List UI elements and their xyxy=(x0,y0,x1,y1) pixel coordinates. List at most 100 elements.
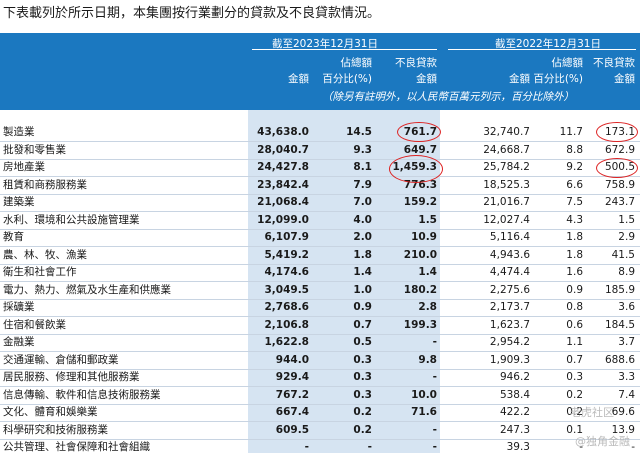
row-cell-a2: 18,525.3 xyxy=(483,178,530,191)
row-cell-n2: 672.9 xyxy=(604,143,635,156)
row-cell-p2: 0.8 xyxy=(566,301,583,313)
row-cell-a2: 2,173.7 xyxy=(489,301,530,313)
col-amount-2023-header: 金額 xyxy=(288,73,309,85)
row-cell-a2: 21,016.7 xyxy=(483,196,530,208)
row-cell-n1: - xyxy=(432,423,437,436)
table-row: 金融業 1,622.8 0.5 - 2,954.2 1.1 3.7 xyxy=(0,334,640,352)
row-cell-n2: 2.9 xyxy=(618,231,635,243)
table-row: 製造業 43,638.0 14.5 761.7 32,740.7 11.7 173.1 xyxy=(0,124,640,142)
row-cell-a1: 667.4 xyxy=(275,406,309,418)
row-industry-name: 批發和零售業 xyxy=(3,143,66,156)
row-cell-a2: 2,954.2 xyxy=(489,336,530,348)
row-cell-a1: 12,099.0 xyxy=(257,213,309,226)
table-row: 教育 6,107.9 2.0 10.9 5,116.4 1.8 2.9 xyxy=(0,229,640,247)
table-row: 衛生和社會工作 4,174.6 1.4 1.4 4,474.4 1.6 8.9 xyxy=(0,264,640,282)
row-cell-p2: 0.3 xyxy=(566,371,583,383)
row-industry-name: 文化、體育和娛樂業 xyxy=(3,406,98,418)
table-row: 水利、環境和公共設施管理業 12,099.0 4.0 1.5 12,027.4 4.3 1.… xyxy=(0,212,640,230)
row-cell-n1: - xyxy=(432,336,437,348)
row-cell-n2: 185.9 xyxy=(604,283,635,296)
row-cell-p2: 11.7 xyxy=(559,126,583,138)
period-2022-rule xyxy=(448,49,636,50)
col-share-2022-header-top: 佔總額 xyxy=(551,57,584,69)
row-cell-a1: 767.2 xyxy=(275,388,309,401)
table-row: 信息傳輸、軟件和信息技術服務業 767.2 0.3 10.0 538.4 0.2 7.4 xyxy=(0,387,640,405)
row-cell-p2: 1.8 xyxy=(566,248,583,261)
row-industry-name: 科學研究和技術服務業 xyxy=(3,423,108,436)
row-cell-n1: 2.8 xyxy=(418,301,437,313)
table-row: 住宿和餐飲業 2,106.8 0.7 199.3 1,623.7 0.6 184.5 xyxy=(0,317,640,335)
row-cell-a2: 25,784.2 xyxy=(483,161,530,173)
table-row: 租賃和商務服務業 23,842.4 7.9 776.3 18,525.3 6.6 758.9 xyxy=(0,177,640,195)
row-cell-a1: 929.4 xyxy=(275,371,309,383)
row-cell-n2: 69.6 xyxy=(611,406,635,418)
row-industry-name: 公共管理、社會保障和社會組織 xyxy=(3,441,150,453)
table-row: 電力、熱力、燃氣及水生產和供應業 3,049.5 1.0 180.2 2,275.6 0.… xyxy=(0,282,640,300)
row-cell-p2: 0.7 xyxy=(566,353,583,366)
row-cell-n2: 3.7 xyxy=(618,336,635,348)
row-cell-n1: - xyxy=(432,371,437,383)
row-cell-n1: 649.7 xyxy=(403,143,437,156)
row-cell-p2: 8.8 xyxy=(566,143,583,156)
row-cell-a1: 43,638.0 xyxy=(257,126,309,138)
table-row: 公共管理、社會保障和社會組織 - - -39.3- - xyxy=(0,439,640,457)
row-cell-n2: 500.5 xyxy=(604,161,635,173)
table-row: 批發和零售業 28,040.7 9.3 649.7 24,668.7 8.8 672.9 xyxy=(0,142,640,160)
intro-text: 下表載列於所示日期，本集團按行業劃分的貸款及不良貸款情況。 xyxy=(3,6,381,21)
row-cell-a2: 12,027.4 xyxy=(483,213,530,226)
row-cell-a1: 21,068.4 xyxy=(257,196,309,208)
row-cell-a1: 23,842.4 xyxy=(257,178,309,191)
row-cell-n1: 776.3 xyxy=(403,178,437,191)
row-cell-p2: 7.5 xyxy=(566,196,583,208)
table-row: 文化、體育和娛樂業 667.4 0.2 71.6 422.2 0.2 69.6 xyxy=(0,404,640,422)
col-share-2023-header-top: 佔總額 xyxy=(340,57,373,69)
col-npl-2022-header-top: 不良貸款 xyxy=(593,57,635,69)
row-cell-p2: 9.2 xyxy=(566,161,583,173)
row-cell-p2: 4.3 xyxy=(566,213,583,226)
row-cell-p1: 1.4 xyxy=(353,266,372,278)
row-cell-a2: 1,623.7 xyxy=(489,318,530,331)
row-cell-p1: 1.8 xyxy=(353,248,372,261)
row-industry-name: 金融業 xyxy=(3,336,35,348)
row-cell-n1: 10.0 xyxy=(411,388,437,401)
row-cell-p1: 1.0 xyxy=(353,283,372,296)
row-cell-a2: 247.3 xyxy=(499,423,530,436)
row-cell-p1: 4.0 xyxy=(353,213,372,226)
row-cell-a2: 422.2 xyxy=(499,406,530,418)
row-industry-name: 衛生和社會工作 xyxy=(3,266,77,278)
table-row: 建築業 21,068.4 7.0 159.2 21,016.7 7.5 243.7 xyxy=(0,194,640,212)
row-industry-name: 水利、環境和公共設施管理業 xyxy=(3,213,140,226)
row-industry-name: 信息傳輸、軟件和信息技術服務業 xyxy=(3,388,161,401)
row-cell-a2: 1,909.3 xyxy=(489,353,530,366)
table-row: 房地產業 24,427.8 8.1 1,459.3 25,784.2 9.2 500.5 xyxy=(0,159,640,177)
watermark-top: 老虎社区 xyxy=(570,406,614,419)
row-cell-a2: 39.3 xyxy=(506,441,530,453)
row-industry-name: 電力、熱力、燃氣及水生產和供應業 xyxy=(3,283,171,296)
row-cell-a1: 3,049.5 xyxy=(264,283,309,296)
row-cell-n1: 1.5 xyxy=(418,213,437,226)
row-cell-a1: 4,174.6 xyxy=(264,266,309,278)
row-cell-n2: 184.5 xyxy=(604,318,635,331)
row-cell-n1: 1.4 xyxy=(418,266,437,278)
row-cell-n1: 71.6 xyxy=(411,406,437,418)
unit-note: （除另有註明外，以人民幣百萬元列示，百分比除外） xyxy=(322,91,574,103)
row-industry-name: 農、林、牧、漁業 xyxy=(3,248,87,261)
row-cell-n2: 41.5 xyxy=(611,248,635,261)
row-cell-n1: 159.2 xyxy=(403,196,437,208)
row-cell-p1: 2.0 xyxy=(353,231,372,243)
watermark-bottom: @独角金融 xyxy=(575,435,630,448)
row-cell-a2: 538.4 xyxy=(499,388,530,401)
row-cell-p1: 9.3 xyxy=(353,143,372,156)
row-cell-n2: 1.5 xyxy=(618,213,635,226)
row-cell-n1: 761.7 xyxy=(403,126,437,138)
row-industry-name: 採礦業 xyxy=(3,301,35,313)
table-row: 居民服務、修理和其他服務業 929.4 0.3 - 946.2 0.3 3.3 xyxy=(0,369,640,387)
row-cell-a1: 28,040.7 xyxy=(257,143,309,156)
table-row: 採礦業 2,768.6 0.9 2.8 2,173.7 0.8 3.6 xyxy=(0,299,640,317)
row-cell-p2: 6.6 xyxy=(566,178,583,191)
row-cell-a2: 4,474.4 xyxy=(489,266,530,278)
table-row: 科學研究和技術服務業 609.5 0.2-247.3 0.1 13.9 xyxy=(0,422,640,440)
row-industry-name: 交通運輸、倉儲和郵政業 xyxy=(3,353,119,366)
row-industry-name: 製造業 xyxy=(3,126,35,138)
row-cell-p1: 0.5 xyxy=(353,336,372,348)
